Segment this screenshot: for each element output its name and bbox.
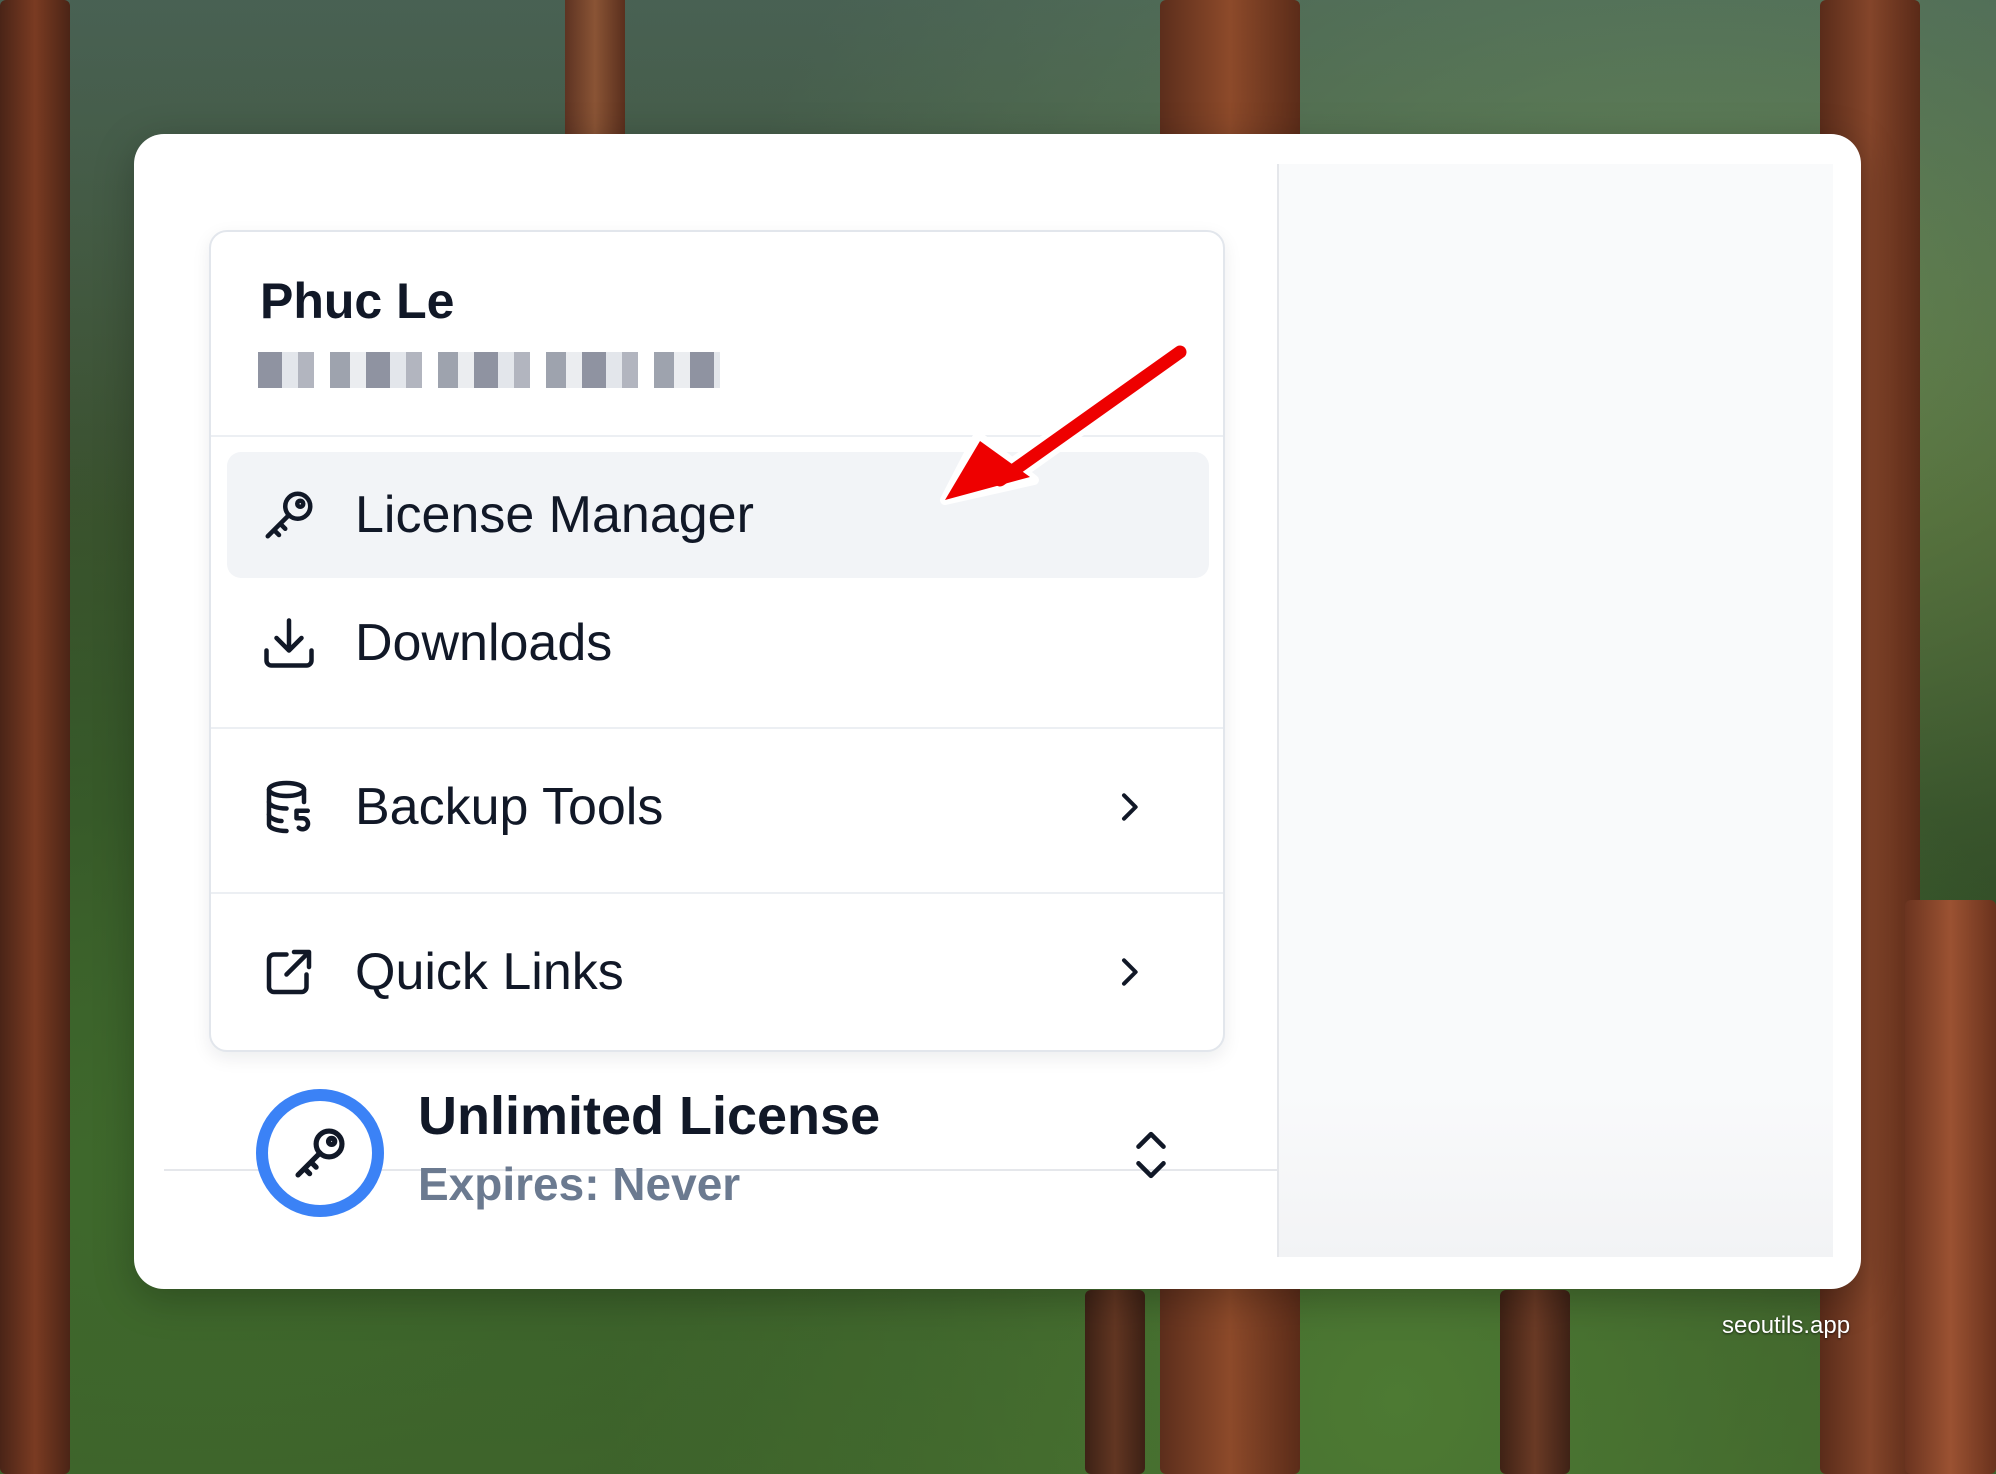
background-tree-trunk (0, 0, 70, 1474)
background-tree-trunk (565, 0, 625, 150)
menu-divider (211, 727, 1223, 729)
chevron-right-icon (1122, 958, 1138, 986)
menu-item-label: Quick Links (355, 943, 624, 1001)
watermark: seoutils.app (1722, 1312, 1851, 1339)
menu-item-label: Backup Tools (355, 778, 664, 836)
background-tree-trunk (1905, 900, 1996, 1474)
main-content-pane (1277, 164, 1833, 1257)
chevron-right-icon (1122, 793, 1138, 821)
download-icon (259, 613, 319, 673)
database-restore-icon (259, 777, 319, 837)
menu-item-label: Downloads (355, 614, 613, 672)
key-icon (295, 1128, 345, 1178)
license-title: Unlimited License (418, 1086, 881, 1146)
license-avatar (256, 1089, 384, 1217)
background-tree-trunk (1085, 1290, 1145, 1474)
menu-item-quick-links[interactable]: Quick Links (227, 909, 1209, 1035)
user-email-redacted (258, 352, 720, 388)
menu-item-downloads[interactable]: Downloads (227, 580, 1209, 706)
background-tree-trunk (1500, 1290, 1570, 1474)
annotation-arrow (940, 340, 1192, 505)
license-expiry: Expires: Never (418, 1158, 741, 1210)
chevron-up-down-icon[interactable] (1126, 1125, 1176, 1185)
license-switcher[interactable]: Unlimited License Expires: Never (256, 1085, 1186, 1217)
user-name: Phuc Le (260, 273, 455, 329)
key-icon (259, 485, 319, 545)
external-link-icon (259, 942, 319, 1002)
menu-item-backup-tools[interactable]: Backup Tools (227, 744, 1209, 870)
menu-divider (211, 892, 1223, 894)
menu-item-label: License Manager (355, 486, 754, 544)
